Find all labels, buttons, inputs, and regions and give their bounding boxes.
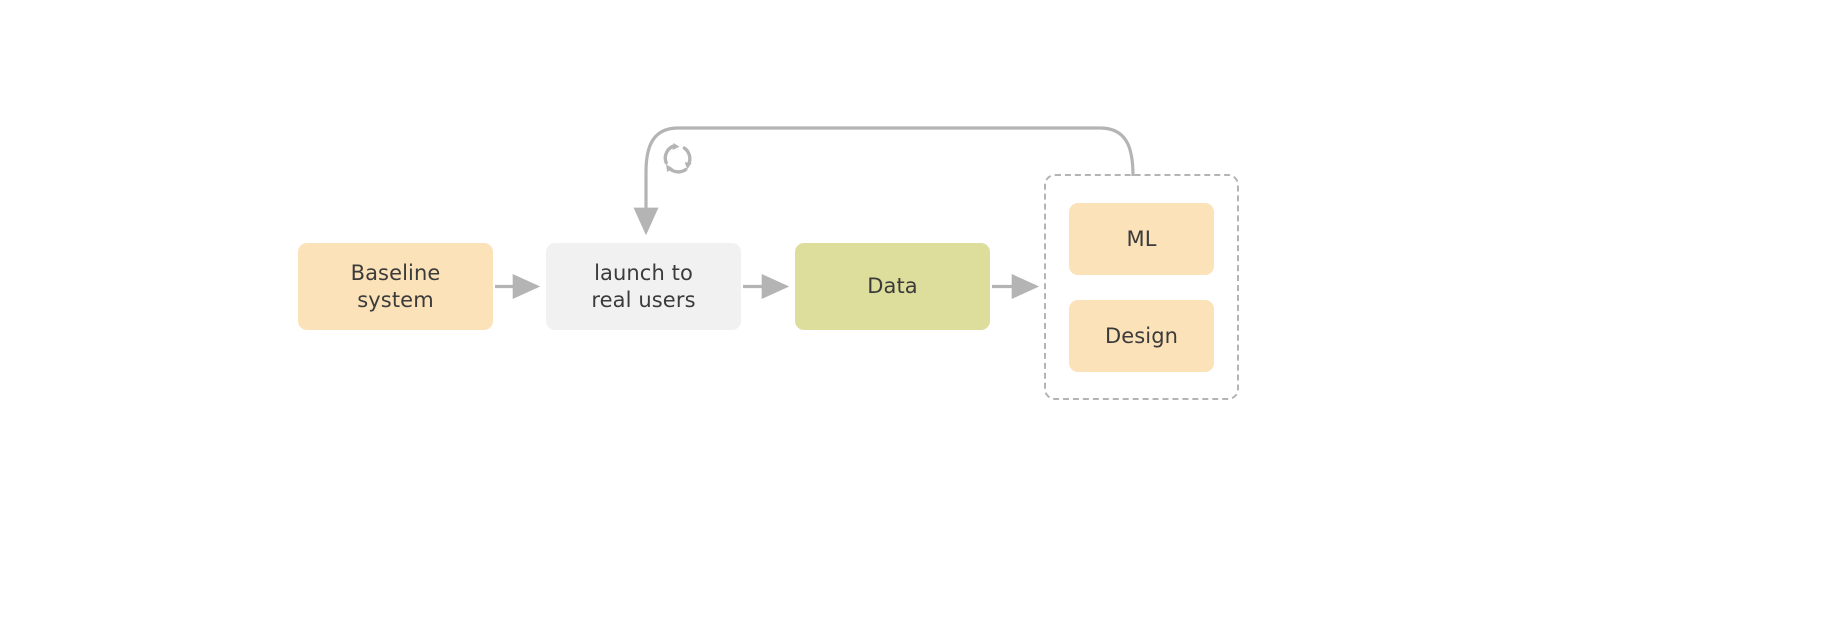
node-data[interactable]: Data (795, 243, 990, 330)
node-ml[interactable]: ML (1069, 203, 1214, 275)
node-baseline-system[interactable]: Baseline system (298, 243, 493, 330)
diagram-canvas: Baseline system launch to real users Dat… (0, 0, 1826, 630)
recycle-icon (663, 143, 692, 174)
node-launch-to-real-users[interactable]: launch to real users (546, 243, 741, 330)
node-design[interactable]: Design (1069, 300, 1214, 372)
